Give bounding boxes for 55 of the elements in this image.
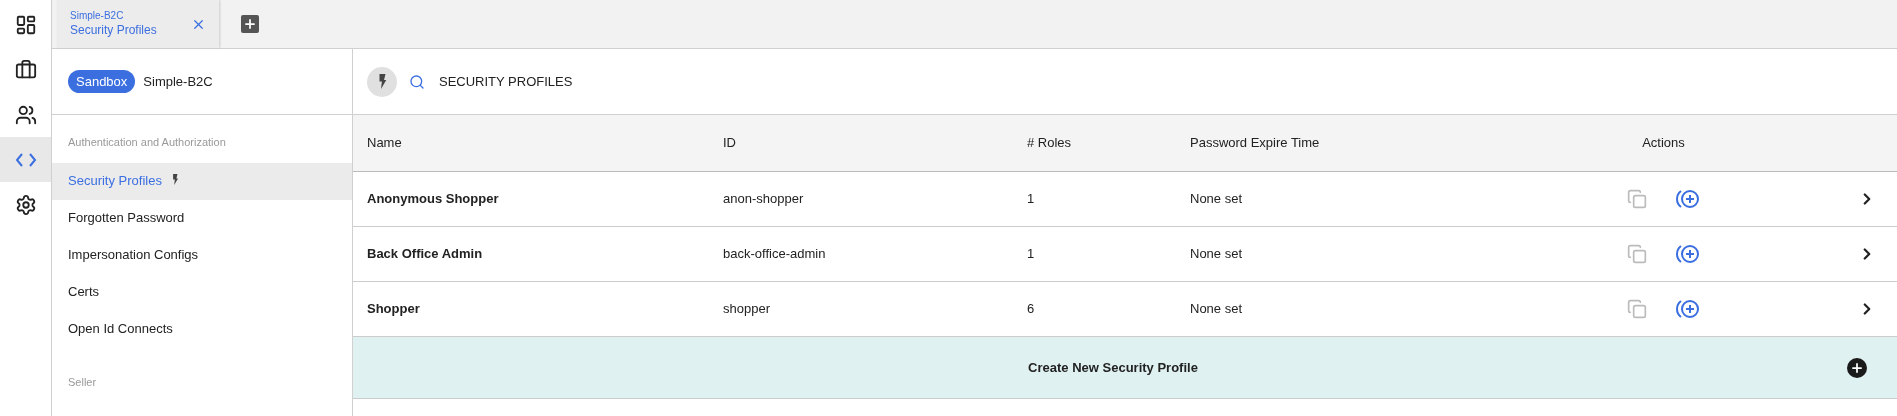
create-row[interactable]: Create New Security Profile xyxy=(353,337,1897,399)
column-header: Actions xyxy=(1642,134,1685,153)
sidebar-item-label: Certs xyxy=(68,283,100,302)
table-cell-text: Anonymous Shopper xyxy=(367,190,500,209)
plus-icon xyxy=(1850,360,1864,375)
table-cell-text: back-office-admin xyxy=(723,245,827,264)
flash-icon xyxy=(377,74,387,89)
column-header: # Roles xyxy=(1027,134,1073,153)
sidebar-item[interactable]: Impersonation Configs xyxy=(52,236,352,274)
create-label: Create New Security Profile xyxy=(1027,358,1199,377)
flash-button[interactable] xyxy=(367,66,397,97)
section-heading: Authentication and Authorization xyxy=(67,135,227,150)
table-cell-text: Back Office Admin xyxy=(367,245,484,264)
table-cell-text: None set xyxy=(1190,245,1244,264)
tab-subtitle: Simple-B2C xyxy=(70,10,125,23)
add-circle-button[interactable] xyxy=(1847,357,1867,378)
plus-icon xyxy=(243,17,257,31)
sidebar-item[interactable]: Security Profiles xyxy=(52,162,352,200)
page-title: SECURITY PROFILES xyxy=(439,72,573,91)
table-cell-text: shopper xyxy=(723,300,771,319)
table-cell-text: 1 xyxy=(1027,245,1036,264)
dashboard-icon xyxy=(14,13,37,36)
table-cell-text: None set xyxy=(1190,190,1244,209)
tab[interactable]: Simple-B2C Security Profiles xyxy=(57,0,219,48)
table-row[interactable]: Anonymous Shopper anon-shopper 1 None set xyxy=(353,172,1897,227)
sidebar-item-label: Open Id Connects xyxy=(68,320,173,339)
sidebar-item-label: Security Profiles xyxy=(68,172,162,191)
table-cell-text: Shopper xyxy=(367,300,421,319)
code-icon xyxy=(14,151,37,168)
tab-title: Security Profiles xyxy=(70,22,157,38)
people-icon xyxy=(14,103,37,126)
search-icon[interactable] xyxy=(409,73,425,90)
column-header: Password Expire Time xyxy=(1190,134,1321,153)
column-header: Name xyxy=(367,134,403,153)
section-heading: Seller xyxy=(67,374,98,390)
sidebar-item-label: Forgotten Password xyxy=(68,209,185,228)
table-cell-text: 1 xyxy=(1027,190,1036,209)
column-header: ID xyxy=(723,134,737,153)
settings-icon xyxy=(14,193,37,216)
table-cell-text: anon-shopper xyxy=(723,190,805,209)
add-circle-icon[interactable] xyxy=(1674,188,1701,210)
sidebar-item-label: Impersonation Configs xyxy=(68,246,199,265)
sidebar-item[interactable]: Certs xyxy=(52,273,352,311)
table-row[interactable]: Back Office Admin back-office-admin 1 None set xyxy=(353,227,1897,282)
table-cell-text: 6 xyxy=(1027,300,1036,319)
briefcase-icon xyxy=(14,58,37,81)
project-name: Simple-B2C xyxy=(143,72,213,91)
environment-badge: Sandbox xyxy=(68,69,136,94)
add-circle-icon[interactable] xyxy=(1674,243,1701,265)
add-circle-icon[interactable] xyxy=(1674,298,1701,320)
sidebar-item[interactable]: Open Id Connects xyxy=(52,310,352,348)
add-tab-button[interactable] xyxy=(241,15,259,33)
sidebar-item[interactable]: Forgotten Password xyxy=(52,199,352,237)
flash-icon xyxy=(171,173,179,185)
table-cell-text: None set xyxy=(1190,300,1244,319)
